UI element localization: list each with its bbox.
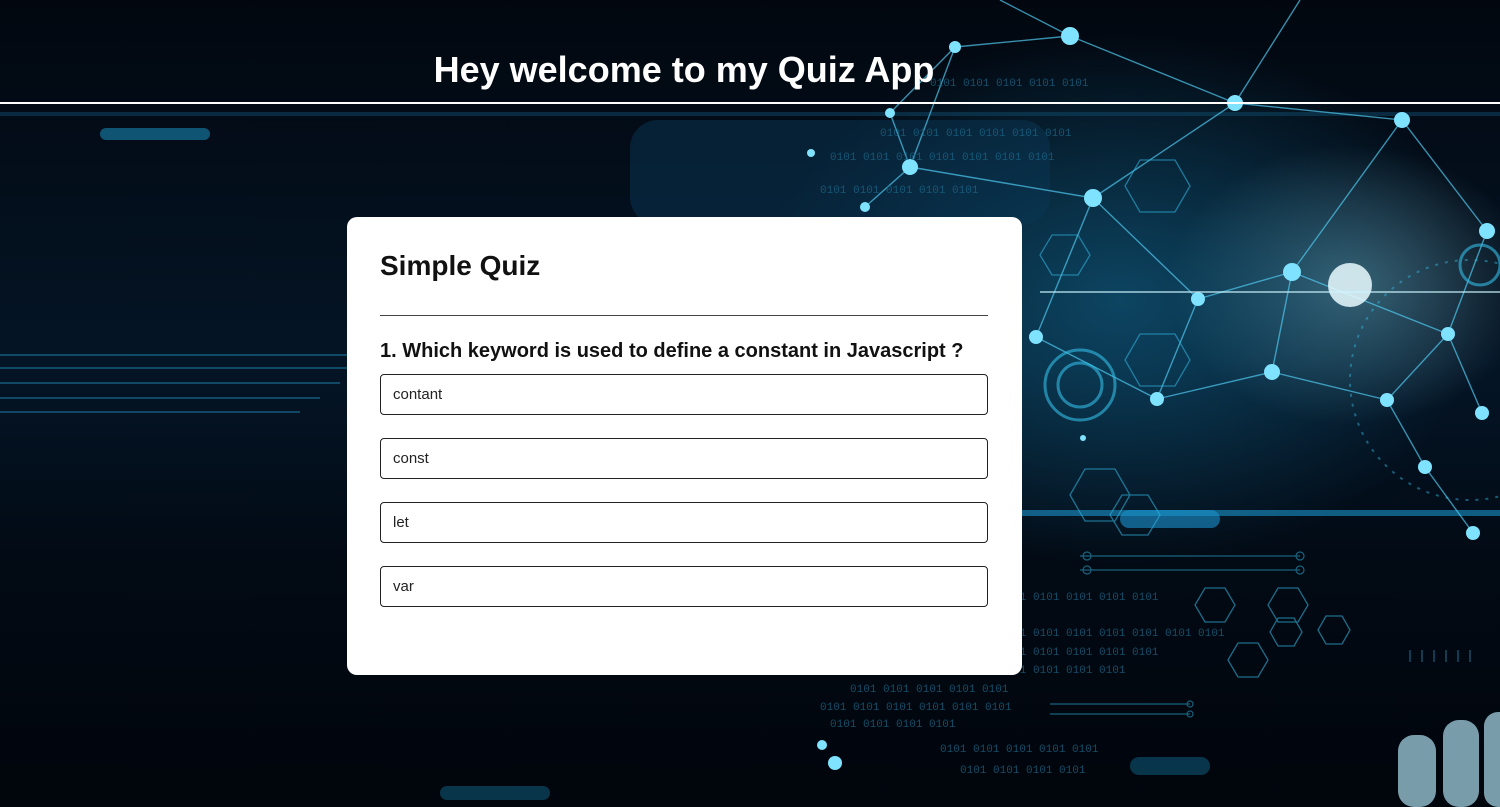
svg-text:0101 0101 0101 0101 0101 0101: 0101 0101 0101 0101 0101 0101 bbox=[820, 702, 1012, 714]
svg-text:0101 0101 0101 0101: 0101 0101 0101 0101 bbox=[960, 765, 1086, 777]
svg-text:0101 0101 0101 0101 0101 0101: 0101 0101 0101 0101 0101 0101 0101 bbox=[830, 152, 1055, 164]
quiz-title: Simple Quiz bbox=[380, 250, 541, 281]
svg-text:0101 0101 0101 0101: 0101 0101 0101 0101 bbox=[830, 719, 956, 731]
svg-text:0101 0101 0101 0101 0101: 0101 0101 0101 0101 0101 bbox=[820, 185, 979, 197]
svg-text:0101 0101 0101 0101 0101: 0101 0101 0101 0101 0101 bbox=[850, 684, 1009, 696]
svg-text:0101 0101 0101 0101 0101: 0101 0101 0101 0101 0101 bbox=[940, 744, 1099, 756]
svg-text:0101 0101 0101 0101 0101 0101: 0101 0101 0101 0101 0101 0101 0101 bbox=[1000, 628, 1225, 640]
quiz-card: Simple Quiz 1. Which keyword is used to … bbox=[347, 217, 1022, 675]
svg-text:0101 0101 0101 0101 0101 0101: 0101 0101 0101 0101 0101 0101 bbox=[880, 128, 1072, 140]
svg-text:0101 0101 0101 0101 0101: 0101 0101 0101 0101 0101 bbox=[1000, 647, 1159, 659]
svg-text:0101 0101 0101 0101 0101: 0101 0101 0101 0101 0101 bbox=[1000, 592, 1159, 604]
question-text: 1. Which keyword is used to define a con… bbox=[380, 340, 964, 362]
divider bbox=[380, 315, 988, 316]
app-header: Hey welcome to my Quiz App bbox=[0, 0, 1500, 104]
page-title: Hey welcome to my Quiz App bbox=[433, 49, 935, 90]
answer-option-button[interactable]: const bbox=[380, 438, 988, 479]
answer-option-button[interactable]: let bbox=[380, 502, 988, 543]
answer-option-button[interactable]: contant bbox=[380, 374, 988, 415]
answer-option-button[interactable]: var bbox=[380, 566, 988, 607]
